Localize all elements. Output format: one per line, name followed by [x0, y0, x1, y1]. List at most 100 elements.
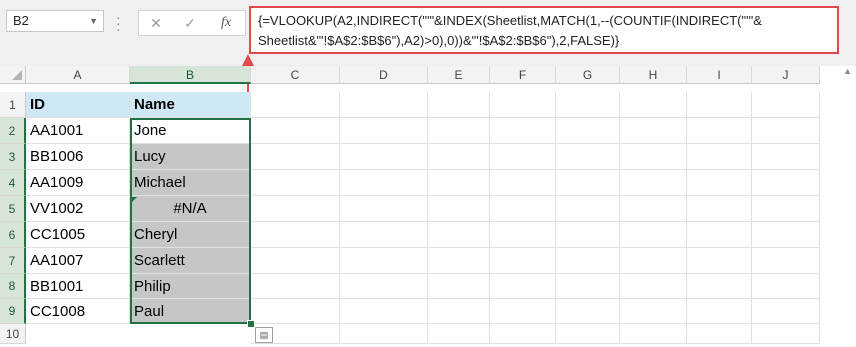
cell-e1[interactable] — [428, 92, 490, 118]
cell-b3[interactable]: Lucy — [130, 144, 251, 170]
cell-j8[interactable] — [752, 274, 820, 299]
cell-c5[interactable] — [251, 196, 340, 222]
column-header-b[interactable]: B — [130, 66, 251, 84]
cell-j6[interactable] — [752, 222, 820, 248]
row-header-8[interactable]: 8 — [0, 274, 26, 299]
chevron-down-icon[interactable]: ▼ — [89, 11, 98, 31]
cell-c4[interactable] — [251, 170, 340, 196]
cell-a5[interactable]: VV1002 — [26, 196, 130, 222]
row-header-2[interactable]: 2 — [0, 118, 26, 144]
row-header-6[interactable]: 6 — [0, 222, 26, 248]
cell-a6[interactable]: CC1005 — [26, 222, 130, 248]
cell-d4[interactable] — [340, 170, 428, 196]
row-header-5[interactable]: 5 — [0, 196, 26, 222]
row-header-1[interactable]: 1 — [0, 92, 26, 118]
cell-b2[interactable]: Jone — [130, 118, 251, 144]
cell-g1[interactable] — [556, 92, 620, 118]
cell-b9[interactable]: Paul — [130, 299, 251, 324]
cell-a8[interactable]: BB1001 — [26, 274, 130, 299]
cell-b4[interactable]: Michael — [130, 170, 251, 196]
row-header-7[interactable]: 7 — [0, 248, 26, 274]
column-header-j[interactable]: J — [752, 66, 820, 84]
cell-c8[interactable] — [251, 274, 340, 299]
cell-g8[interactable] — [556, 274, 620, 299]
cell-d10[interactable] — [340, 324, 428, 344]
cell-e3[interactable] — [428, 144, 490, 170]
name-box[interactable]: B2 ▼ — [6, 10, 104, 32]
cell-h4[interactable] — [620, 170, 687, 196]
cell-i10[interactable] — [687, 324, 752, 344]
cell-f10[interactable] — [490, 324, 556, 344]
cell-a4[interactable]: AA1009 — [26, 170, 130, 196]
column-header-h[interactable]: H — [620, 66, 687, 84]
cell-b5[interactable]: #N/A — [130, 196, 251, 222]
cell-i9[interactable] — [687, 299, 752, 324]
cell-i4[interactable] — [687, 170, 752, 196]
cell-e5[interactable] — [428, 196, 490, 222]
cell-g3[interactable] — [556, 144, 620, 170]
cell-c6[interactable] — [251, 222, 340, 248]
cell-b6[interactable]: Cheryl — [130, 222, 251, 248]
cell-j2[interactable] — [752, 118, 820, 144]
cell-c2[interactable] — [251, 118, 340, 144]
column-header-e[interactable]: E — [428, 66, 490, 84]
cell-j5[interactable] — [752, 196, 820, 222]
fill-handle[interactable] — [247, 320, 255, 328]
cell-c9[interactable] — [251, 299, 340, 324]
cell-j3[interactable] — [752, 144, 820, 170]
cell-j4[interactable] — [752, 170, 820, 196]
error-indicator-icon[interactable] — [131, 197, 137, 203]
cell-f9[interactable] — [490, 299, 556, 324]
cell-i3[interactable] — [687, 144, 752, 170]
cell-g2[interactable] — [556, 118, 620, 144]
cell-c7[interactable] — [251, 248, 340, 274]
column-header-i[interactable]: I — [687, 66, 752, 84]
cell-f8[interactable] — [490, 274, 556, 299]
cell-e2[interactable] — [428, 118, 490, 144]
cell-a9[interactable]: CC1008 — [26, 299, 130, 324]
cell-h5[interactable] — [620, 196, 687, 222]
cell-h9[interactable] — [620, 299, 687, 324]
cell-h2[interactable] — [620, 118, 687, 144]
cell-h3[interactable] — [620, 144, 687, 170]
cancel-icon[interactable]: ✕ — [141, 13, 171, 33]
row-header-10[interactable]: 10 — [0, 324, 26, 344]
cell-h10[interactable] — [620, 324, 687, 344]
cell-d9[interactable] — [340, 299, 428, 324]
scroll-up-icon[interactable]: ▲ — [843, 66, 852, 76]
cell-b7[interactable]: Scarlett — [130, 248, 251, 274]
select-all-corner[interactable] — [0, 66, 26, 84]
cell-d1[interactable] — [340, 92, 428, 118]
cell-d6[interactable] — [340, 222, 428, 248]
cell-d2[interactable] — [340, 118, 428, 144]
cell-e10[interactable] — [428, 324, 490, 344]
cell-f3[interactable] — [490, 144, 556, 170]
cell-j9[interactable] — [752, 299, 820, 324]
cell-d5[interactable] — [340, 196, 428, 222]
cell-i2[interactable] — [687, 118, 752, 144]
cell-f2[interactable] — [490, 118, 556, 144]
cell-j1[interactable] — [752, 92, 820, 118]
cell-d8[interactable] — [340, 274, 428, 299]
paste-options-icon[interactable]: ▤ — [255, 327, 273, 343]
cell-i6[interactable] — [687, 222, 752, 248]
cell-j10[interactable] — [752, 324, 820, 344]
header-cell-name[interactable]: Name — [130, 92, 251, 118]
row-header-4[interactable]: 4 — [0, 170, 26, 196]
cell-g9[interactable] — [556, 299, 620, 324]
cell-d3[interactable] — [340, 144, 428, 170]
header-cell-id[interactable]: ID — [26, 92, 130, 118]
cell-g10[interactable] — [556, 324, 620, 344]
cell-g5[interactable] — [556, 196, 620, 222]
column-header-g[interactable]: G — [556, 66, 620, 84]
cell-i8[interactable] — [687, 274, 752, 299]
cell-h6[interactable] — [620, 222, 687, 248]
cell-c1[interactable] — [251, 92, 340, 118]
cell-e7[interactable] — [428, 248, 490, 274]
check-icon[interactable]: ✓ — [175, 13, 205, 33]
grip-icon[interactable]: · · · — [116, 10, 121, 36]
cell-g6[interactable] — [556, 222, 620, 248]
cell-h8[interactable] — [620, 274, 687, 299]
cell-e6[interactable] — [428, 222, 490, 248]
cell-f7[interactable] — [490, 248, 556, 274]
